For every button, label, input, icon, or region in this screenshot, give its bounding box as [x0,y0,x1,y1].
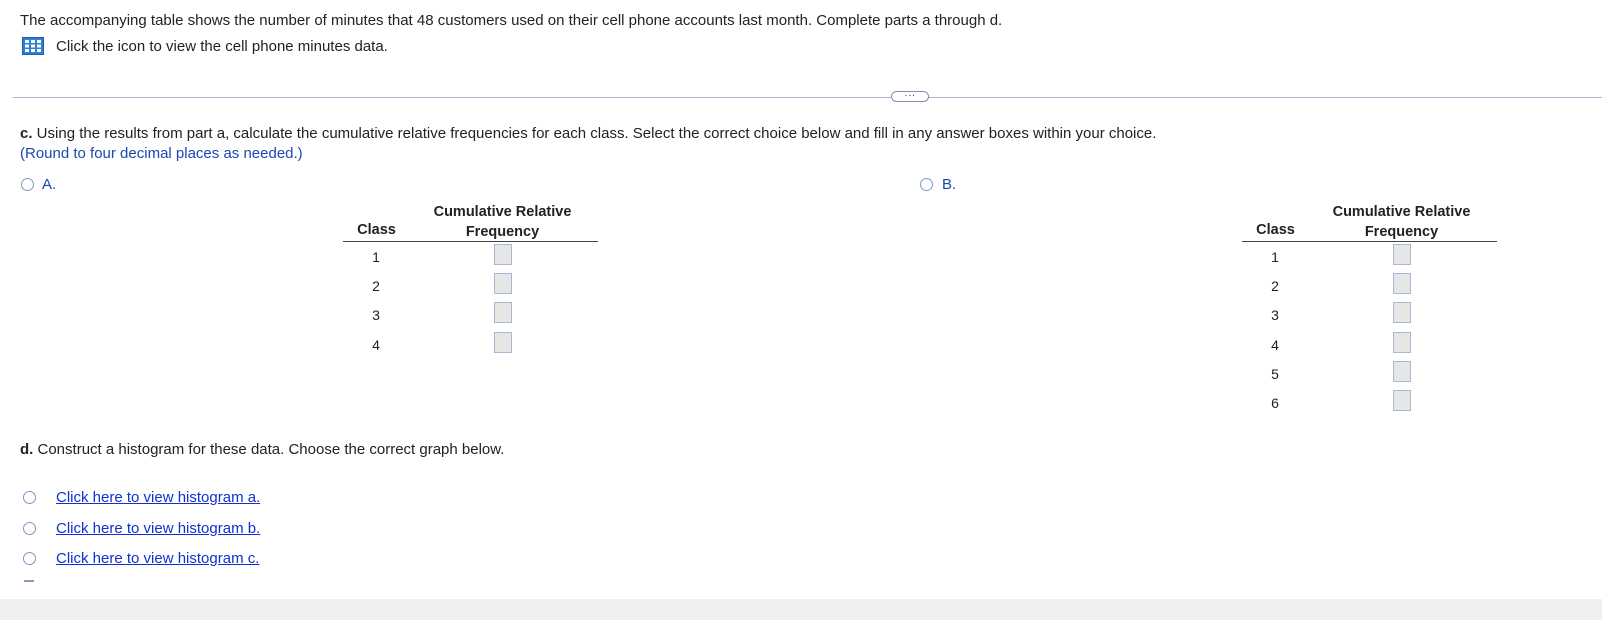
option-b-radio[interactable] [920,178,933,191]
footer-bar [0,599,1602,620]
part-d-question: d. Construct a histogram for these data.… [20,441,504,458]
histogram-b-radio[interactable] [23,522,36,535]
crf-header-line2: Frequency [465,224,540,240]
header-rule [1242,241,1497,242]
histogram-c-link[interactable]: Click here to view histogram c. [56,550,259,567]
view-data-label[interactable]: Click the icon to view the cell phone mi… [56,38,388,55]
crf-header-line1: Cumulative Relative [433,204,572,220]
crf-answer-box[interactable] [494,273,512,295]
part-d-text: Construct a histogram for these data. Ch… [33,441,505,458]
option-b-label[interactable]: B. [942,176,956,193]
section-divider [13,97,1602,98]
problem-intro: The accompanying table shows the number … [20,12,1003,29]
crf-answer-box[interactable] [1393,244,1411,265]
rounding-note: (Round to four decimal places as needed.… [20,145,303,162]
option-b-table: Class Cumulative Relative Frequency 1 2 3 4… [1242,202,1497,417]
crf-answer-box[interactable] [1393,273,1411,295]
histogram-b-option[interactable]: Click here to view histogram b. [23,520,260,537]
crf-answer-box[interactable] [1393,390,1411,411]
view-data-link[interactable]: Click the icon to view the cell phone mi… [22,37,388,55]
crf-answer-box[interactable] [494,244,512,265]
option-a-table: Class Cumulative Relative Frequency 1 2 3 4 [343,202,598,362]
histogram-b-link[interactable]: Click here to view histogram b. [56,520,260,537]
histogram-a-radio[interactable] [23,491,36,504]
option-a-label[interactable]: A. [42,176,56,193]
part-d-prefix: d. [20,441,34,458]
option-a-radio[interactable] [21,178,34,191]
part-c-question: c. Using the results from part a, calcul… [20,125,1156,142]
crf-answer-box[interactable] [1393,302,1411,324]
class-header: Class [1256,222,1295,238]
histogram-a-link[interactable]: Click here to view histogram a. [56,489,260,506]
crf-answer-box[interactable] [494,331,512,353]
crf-header-line1: Cumulative Relative [1332,204,1471,220]
histogram-c-radio[interactable] [23,552,36,565]
class-header: Class [357,222,396,238]
class-number: 5 [1271,365,1279,382]
header-rule [343,241,598,242]
part-c-prefix: c. [20,125,33,142]
crf-header: Cumulative Relative Frequency [415,202,590,242]
crf-header-line2: Frequency [1364,224,1439,240]
crf-answer-box[interactable] [1393,360,1411,382]
crf-answer-box[interactable] [1393,331,1411,353]
class-number: 1 [372,249,380,265]
class-number: 3 [1271,307,1279,324]
expand-more-button[interactable]: ··· [891,90,929,102]
class-number: 4 [372,336,380,353]
class-number: 2 [372,278,380,295]
crf-header: Cumulative Relative Frequency [1314,202,1489,242]
histogram-a-option[interactable]: Click here to view histogram a. [23,489,260,506]
crf-answer-box[interactable] [494,302,512,324]
part-c-text: Using the results from part a, calculate… [32,125,1157,142]
table-icon[interactable] [22,37,44,55]
histogram-c-option[interactable]: Click here to view histogram c. [23,550,259,567]
class-number: 4 [1271,336,1279,353]
histogram-d-radio-partial[interactable] [24,580,34,582]
class-number: 6 [1271,395,1279,411]
class-number: 3 [372,307,380,324]
class-number: 2 [1271,278,1279,295]
class-number: 1 [1271,249,1279,265]
